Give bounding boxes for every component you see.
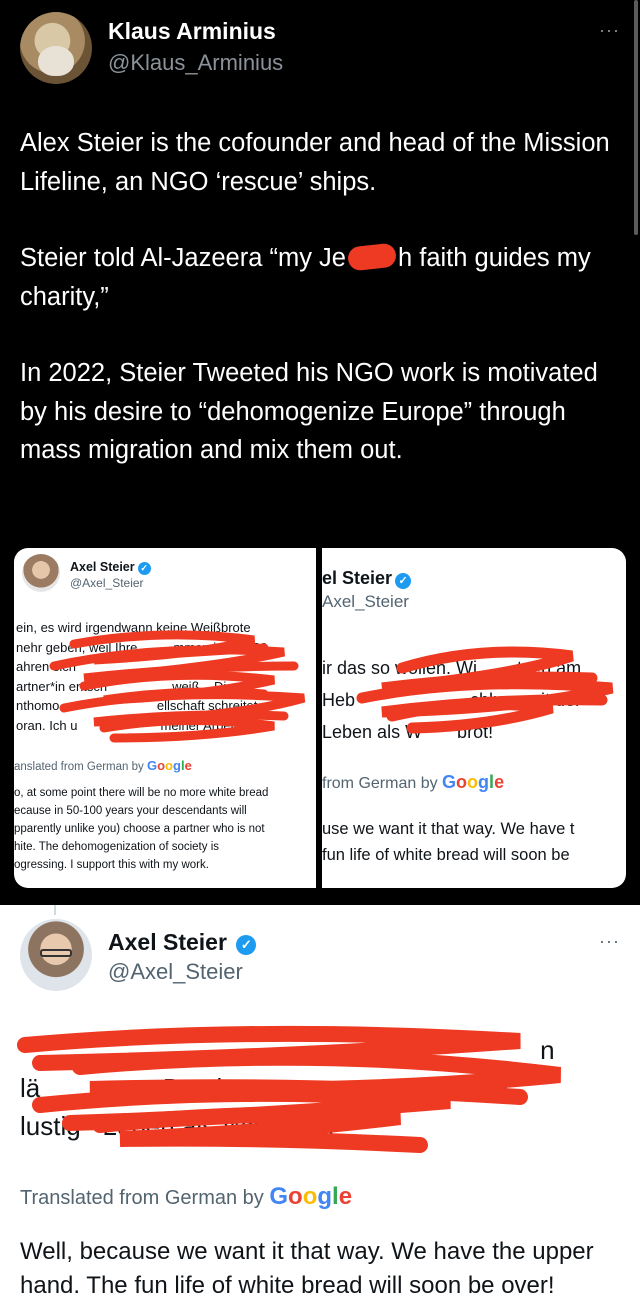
- reply-tweet: Axel Steier ✓ @Axel_Steier ··· n lä Das …: [0, 905, 640, 1311]
- embedded-author-name: Axel Steier ✓: [70, 560, 151, 575]
- embedded-screenshot-left[interactable]: Axel Steier ✓ @Axel_Steier ein, es wird i…: [14, 548, 316, 888]
- verified-icon: ✓: [236, 935, 257, 955]
- tweet-text: Alex Steier is the cofounder and head of…: [20, 124, 620, 508]
- thread-connector: [54, 905, 56, 915]
- embedded-author-handle: @Axel_Steier: [70, 576, 144, 590]
- more-options-icon[interactable]: ···: [599, 20, 620, 41]
- tweet-paragraph: Alex Steier is the cofounder and head of…: [20, 129, 610, 196]
- tweet-paragraph: In 2022, Steier Tweeted his NGO work is …: [20, 359, 598, 464]
- scrollbar[interactable]: [634, 0, 638, 235]
- author-avatar[interactable]: [20, 919, 92, 991]
- redaction-mark: [346, 242, 398, 272]
- verified-icon: ✓: [395, 573, 412, 589]
- author-name[interactable]: Axel Steier ✓: [108, 929, 257, 956]
- embedded-author-name: el Steier ✓: [322, 568, 412, 589]
- google-logo: Google: [146, 758, 192, 773]
- embedded-original-text: ein, es wird irgendwann keine Weißbrote …: [16, 620, 268, 733]
- google-logo: Google: [442, 772, 505, 792]
- embedded-translation: o, at some point there will be no more w…: [14, 787, 269, 871]
- google-logo: Google: [269, 1183, 353, 1210]
- embedded-author-handle: Axel_Steier: [322, 592, 409, 611]
- translated-label[interactable]: from German by Google: [322, 772, 504, 793]
- author-name[interactable]: Klaus Arminius: [108, 18, 276, 45]
- more-options-icon[interactable]: ···: [599, 931, 620, 952]
- main-tweet: Klaus Arminius @Klaus_Arminius ··· Alex …: [0, 0, 640, 905]
- translation-text: Well, because we want it that way. We ha…: [20, 1238, 594, 1299]
- embedded-screenshot-right[interactable]: el Steier ✓ Axel_Steier ir das so wollen.…: [322, 548, 626, 888]
- embedded-original-text: ir das so wollen. Wi tzen am Heb chluss …: [322, 658, 582, 742]
- tweet-text-fragment: Steier told Al-Jazeera “my Je: [20, 244, 346, 272]
- avatar: [22, 554, 60, 592]
- author-handle[interactable]: @Klaus_Arminius: [108, 50, 283, 76]
- translated-label[interactable]: Translated from German by Google: [20, 1183, 352, 1211]
- tweet-paragraph: Steier told Al-Jazeera “my Je h faith gui…: [20, 239, 620, 316]
- translated-label[interactable]: anslated from German by Google: [14, 758, 192, 773]
- author-handle[interactable]: @Axel_Steier: [108, 959, 243, 985]
- verified-icon: ✓: [137, 562, 151, 575]
- embedded-translation: use we want it that way. We have t fun l…: [322, 820, 575, 864]
- author-avatar[interactable]: [20, 12, 92, 84]
- original-text: n lä Das ist lam lustig Leben als Weißbr…: [20, 1035, 555, 1141]
